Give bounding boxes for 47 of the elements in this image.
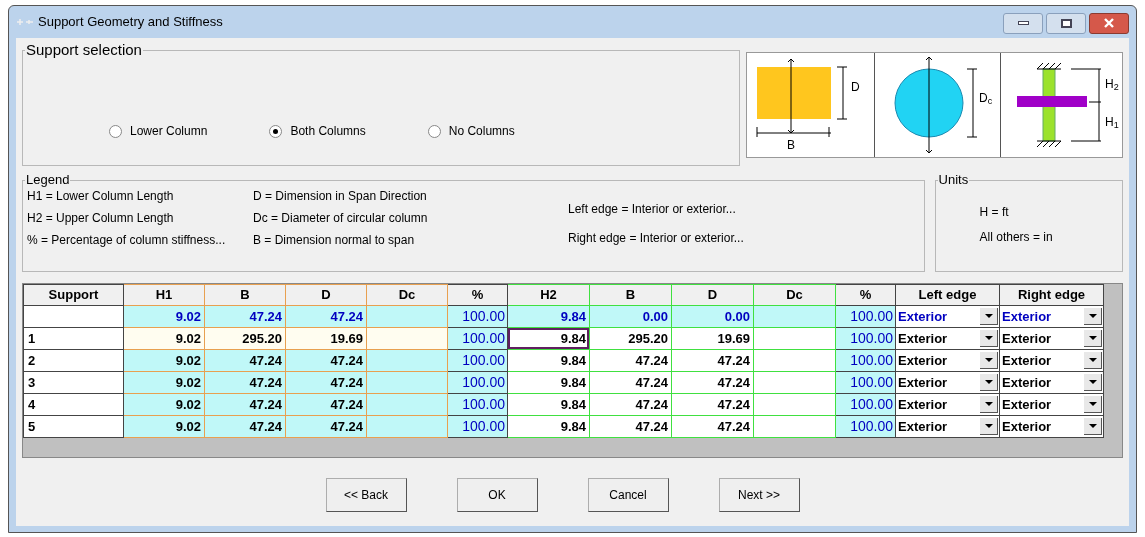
table-cell: 4 [23,393,124,416]
legend-text: Dc = Diameter of circular column [253,211,429,226]
legend-text: % = Percentage of column stiffness... [27,233,227,248]
column-header: Support [23,284,124,306]
radio-option[interactable]: Lower Column [109,122,208,140]
column-header: Dc [753,284,836,306]
table-cell: 2 [23,349,124,372]
table-cell: 1 [23,327,124,350]
group-title: Legend [25,172,71,188]
legend-text: B = Dimension normal to span [253,233,416,248]
radio-option[interactable]: Both Columns [269,122,366,140]
close-icon [1103,18,1115,28]
units-text: All others = in [979,230,1053,245]
app-icon [16,17,34,27]
legend-text: H1 = Lower Column Length [27,189,175,204]
column-header: Right edge [999,284,1104,306]
radio-option[interactable]: No Columns [427,122,515,140]
column-header: Dc [366,284,448,306]
column-header: D [671,284,754,306]
column-header: D [285,284,367,306]
dimension-label: D [851,80,860,94]
maximize-button[interactable] [1046,12,1086,34]
column-header: H1 [123,284,205,306]
units-text: H = ft [979,205,1010,220]
column-header: B [204,284,286,306]
column-header: Left edge [895,284,1000,306]
legend-text: D = Dimension in Span Direction [253,189,428,204]
column-header: H2 [507,284,590,306]
dialog-button[interactable]: << Back [325,478,407,512]
minimize-button[interactable] [1003,12,1043,34]
column-header: % [447,284,508,306]
table-cell: 5 [23,415,124,438]
window-title: Support Geometry and Stiffness [38,13,223,32]
legend-text: Left edge = Interior or exterior... [568,202,737,217]
column-header: B [589,284,672,306]
dialog-button[interactable]: OK [456,478,538,512]
column-header: % [835,284,896,306]
legend-text: Right edge = Interior or exterior... [568,231,745,246]
dimension-label: H$_{1}$ [1105,115,1119,129]
dialog-button[interactable]: Cancel [587,478,669,512]
dimension-label: B [787,138,795,152]
dimension-label: D$_{c}$ [979,91,993,105]
legend-text: H2 = Upper Column Length [27,211,175,226]
dimension-label: H$_{2}$ [1105,77,1119,91]
table-cell: 3 [23,371,124,394]
close-button[interactable] [1089,12,1129,34]
dialog-button[interactable]: Next >> [718,478,800,512]
